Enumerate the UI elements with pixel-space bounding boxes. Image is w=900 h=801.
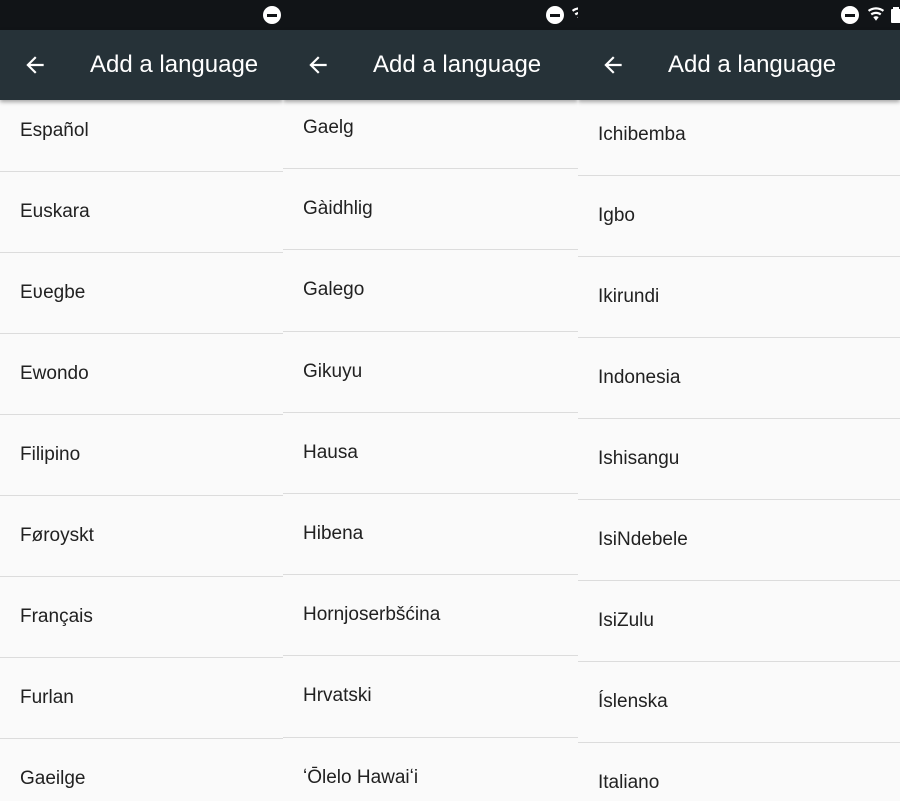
language-item[interactable]: Hibena bbox=[283, 494, 578, 576]
language-item[interactable]: Français bbox=[0, 577, 283, 658]
language-item[interactable]: Galego bbox=[283, 250, 578, 332]
language-item[interactable]: Furlan bbox=[0, 658, 283, 739]
language-item[interactable]: Ishisangu bbox=[578, 419, 900, 500]
do-not-disturb-icon bbox=[841, 6, 859, 24]
language-item[interactable]: Ichibemba bbox=[578, 95, 900, 176]
language-item[interactable]: Hornjoserbšćina bbox=[283, 575, 578, 657]
language-item[interactable]: Italiano bbox=[578, 743, 900, 801]
language-item[interactable]: Español bbox=[0, 90, 283, 172]
language-item[interactable]: Euskara bbox=[0, 172, 283, 253]
language-list: Ichibemba Igbo Ikirundi Indonesia Ishisa… bbox=[578, 95, 900, 801]
language-item[interactable]: IsiNdebele bbox=[578, 500, 900, 581]
status-bar bbox=[0, 0, 283, 30]
language-item[interactable]: Filipino bbox=[0, 415, 283, 496]
page-title: Add a language bbox=[90, 51, 259, 78]
back-arrow-icon[interactable] bbox=[305, 52, 331, 78]
language-panel-1: Add a language Español Euskara Eʋegbe Ew… bbox=[0, 0, 283, 801]
wifi-icon bbox=[867, 7, 885, 21]
language-item[interactable]: Gaeilge bbox=[0, 739, 283, 801]
wifi-icon bbox=[571, 7, 578, 19]
page-title: Add a language bbox=[668, 51, 837, 78]
back-arrow-icon[interactable] bbox=[600, 52, 626, 78]
language-item[interactable]: Hrvatski bbox=[283, 656, 578, 738]
language-list: Español Euskara Eʋegbe Ewondo Filipino F… bbox=[0, 90, 283, 801]
do-not-disturb-icon bbox=[263, 6, 281, 24]
language-item[interactable]: Eʋegbe bbox=[0, 253, 283, 334]
language-item[interactable]: Igbo bbox=[578, 176, 900, 257]
language-item[interactable]: Ewondo bbox=[0, 334, 283, 415]
back-arrow-icon[interactable] bbox=[22, 52, 48, 78]
language-item[interactable]: ʻŌlelo Hawaiʻi bbox=[283, 738, 578, 801]
language-item[interactable]: Hausa bbox=[283, 413, 578, 494]
language-panel-3: Add a language Ichibemba Igbo Ikirundi I… bbox=[578, 0, 900, 801]
page-title: Add a language bbox=[373, 51, 542, 78]
status-bar bbox=[578, 0, 900, 30]
language-item[interactable]: Gàidhlig bbox=[283, 169, 578, 251]
battery-icon bbox=[891, 7, 900, 23]
language-item[interactable]: Føroyskt bbox=[0, 496, 283, 577]
language-item[interactable]: Ikirundi bbox=[578, 257, 900, 338]
language-item[interactable]: Gikuyu bbox=[283, 332, 578, 413]
language-item[interactable]: IsiZulu bbox=[578, 581, 900, 662]
language-item[interactable]: Gaelg bbox=[283, 88, 578, 170]
language-list: Gaelg Gàidhlig Galego Gikuyu Hausa Hiben… bbox=[283, 88, 578, 801]
app-bar: Add a language bbox=[283, 30, 578, 100]
language-panel-2: Add a language Gaelg Gàidhlig Galego Gik… bbox=[283, 0, 578, 801]
language-item[interactable]: Indonesia bbox=[578, 338, 900, 419]
app-bar: Add a language bbox=[0, 30, 283, 100]
app-bar: Add a language bbox=[578, 30, 900, 100]
do-not-disturb-icon bbox=[546, 6, 564, 24]
language-item[interactable]: Íslenska bbox=[578, 662, 900, 743]
status-bar bbox=[283, 0, 578, 30]
